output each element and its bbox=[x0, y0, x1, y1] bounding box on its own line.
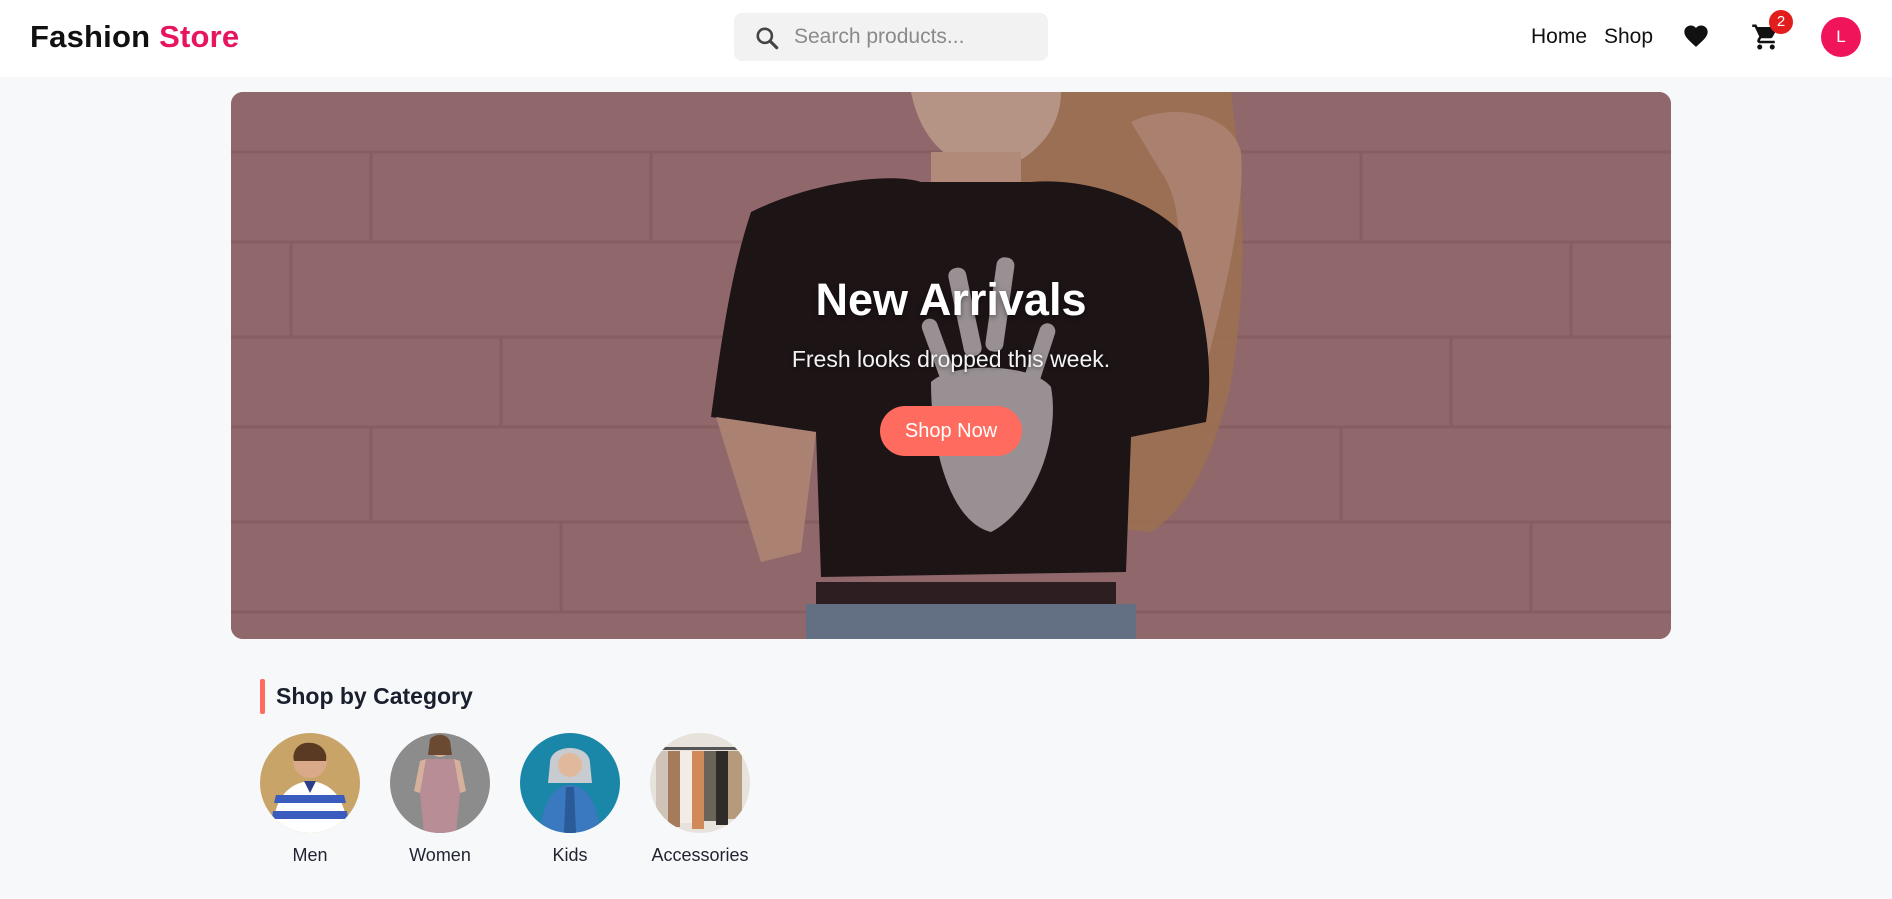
search-box[interactable] bbox=[734, 13, 1048, 61]
category-label: Kids bbox=[552, 845, 588, 865]
category-label: Women bbox=[409, 845, 471, 865]
category-women-image bbox=[390, 733, 490, 833]
shop-now-button[interactable]: Shop Now bbox=[880, 406, 1022, 456]
heart-icon[interactable] bbox=[1682, 22, 1710, 50]
nav-link-shop[interactable]: Shop bbox=[1604, 24, 1653, 50]
category-kids-image bbox=[520, 733, 620, 833]
category-women[interactable]: Women bbox=[385, 733, 495, 873]
logo-text-fashion: Fashion bbox=[30, 19, 151, 54]
nav-link-home[interactable]: Home bbox=[1531, 24, 1587, 50]
store-logo[interactable]: Fashion Store bbox=[30, 18, 239, 56]
cart-count-badge: 2 bbox=[1769, 10, 1793, 34]
category-section-title: Shop by Category bbox=[276, 683, 473, 709]
category-men[interactable]: Men bbox=[255, 733, 365, 873]
hero-subtitle: Fresh looks dropped this week. bbox=[791, 346, 1111, 372]
section-accent-bar bbox=[260, 679, 265, 714]
search-icon bbox=[756, 27, 779, 50]
hero-title: New Arrivals bbox=[815, 274, 1087, 325]
hero-banner: New Arrivals Fresh looks dropped this we… bbox=[231, 92, 1671, 639]
top-navbar: Fashion Store Home Shop 2 L bbox=[0, 0, 1892, 77]
logo-text-store: Store bbox=[159, 19, 240, 54]
category-kids[interactable]: Kids bbox=[515, 733, 625, 873]
search-input[interactable] bbox=[794, 21, 1034, 53]
category-label: Men bbox=[292, 845, 328, 865]
category-accessories[interactable]: Accessories bbox=[645, 733, 755, 873]
category-men-image bbox=[260, 733, 360, 833]
user-avatar[interactable]: L bbox=[1821, 17, 1861, 57]
category-label: Accessories bbox=[651, 845, 749, 865]
category-accessories-image bbox=[650, 733, 750, 833]
